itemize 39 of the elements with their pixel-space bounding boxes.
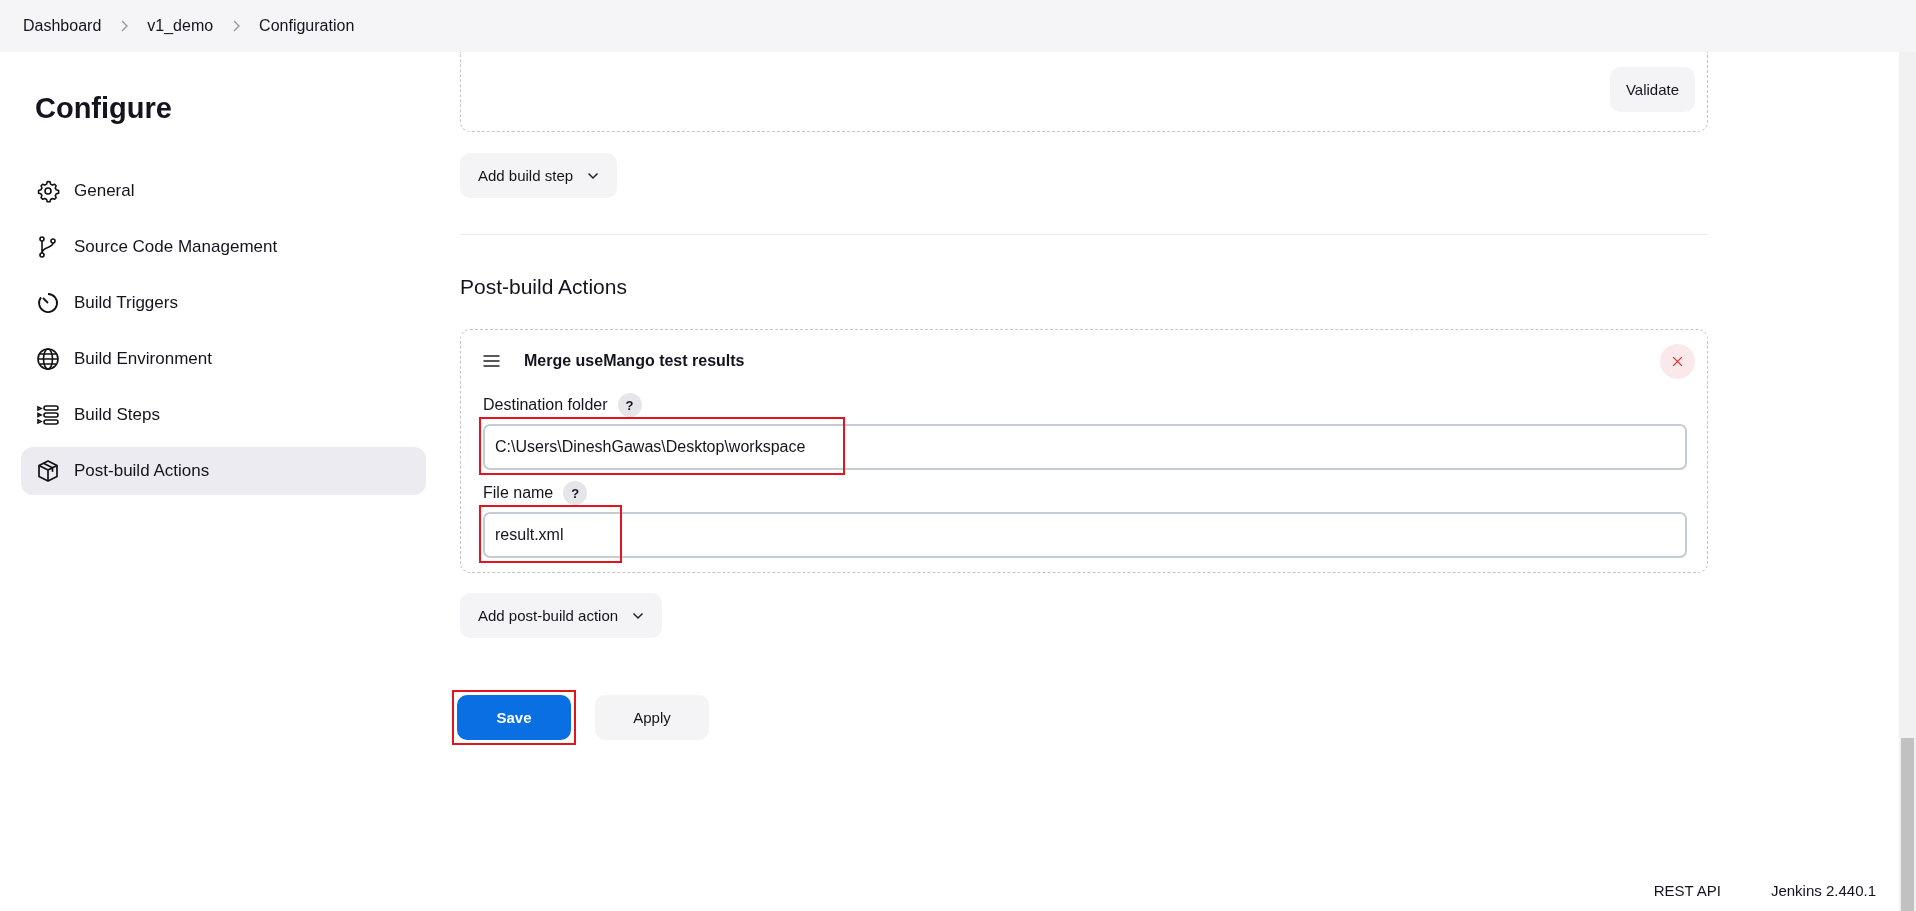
footer-link[interactable]: REST API [1653,882,1721,899]
list-icon [36,403,60,427]
sidebar-item[interactable]: Build Triggers [21,279,426,327]
add-post-build-action-button[interactable]: Add post-build action [460,593,663,638]
close-button[interactable] [1660,343,1695,379]
sidebar-item[interactable]: General [21,167,426,215]
chevron-right-icon [231,19,242,33]
validate-button[interactable]: Validate [1609,67,1695,112]
breadcrumb-link[interactable]: v1_demo [147,17,214,35]
field-label: File name [483,484,554,502]
input-field[interactable]: result.xml [483,512,1687,558]
drag-handle-icon[interactable] [483,355,500,367]
breadcrumb-link[interactable]: Dashboard [23,17,102,35]
action-title: Merge useMango test results [524,352,746,370]
sidebar-item[interactable]: Build Steps [21,391,426,439]
scrollbar[interactable] [1899,52,1916,911]
help-button[interactable]: ? [563,481,588,505]
footer-link[interactable]: Jenkins 2.440.1 [1770,882,1876,899]
help-button[interactable]: ? [617,393,642,417]
chevron-right-icon [119,19,130,33]
timer-icon [36,291,60,315]
sidebar-item[interactable]: Post-build Actions [21,447,426,495]
package-icon [36,459,60,483]
sidebar-item[interactable]: Source Code Management [21,223,426,271]
gear-icon [36,179,60,203]
breadcrumb-link[interactable]: Configuration [259,17,355,35]
form-button[interactable]: Save [457,695,571,740]
scrollbar-thumb[interactable] [1901,738,1914,911]
field-label: Destination folder [483,396,608,414]
input-field[interactable]: C:\Users\DineshGawas\Desktop\workspace [483,424,1687,470]
form-button[interactable]: Apply [595,695,709,740]
sidebar-item[interactable]: Build Environment [21,335,426,383]
section-heading: Post-build Actions [460,275,627,299]
close-icon [1672,355,1683,367]
caret-icon [632,611,645,620]
globe-icon [36,347,60,371]
page-title: Configure [35,92,173,125]
add-build-step-button[interactable]: Add build step [460,153,618,198]
caret-icon [587,171,600,180]
